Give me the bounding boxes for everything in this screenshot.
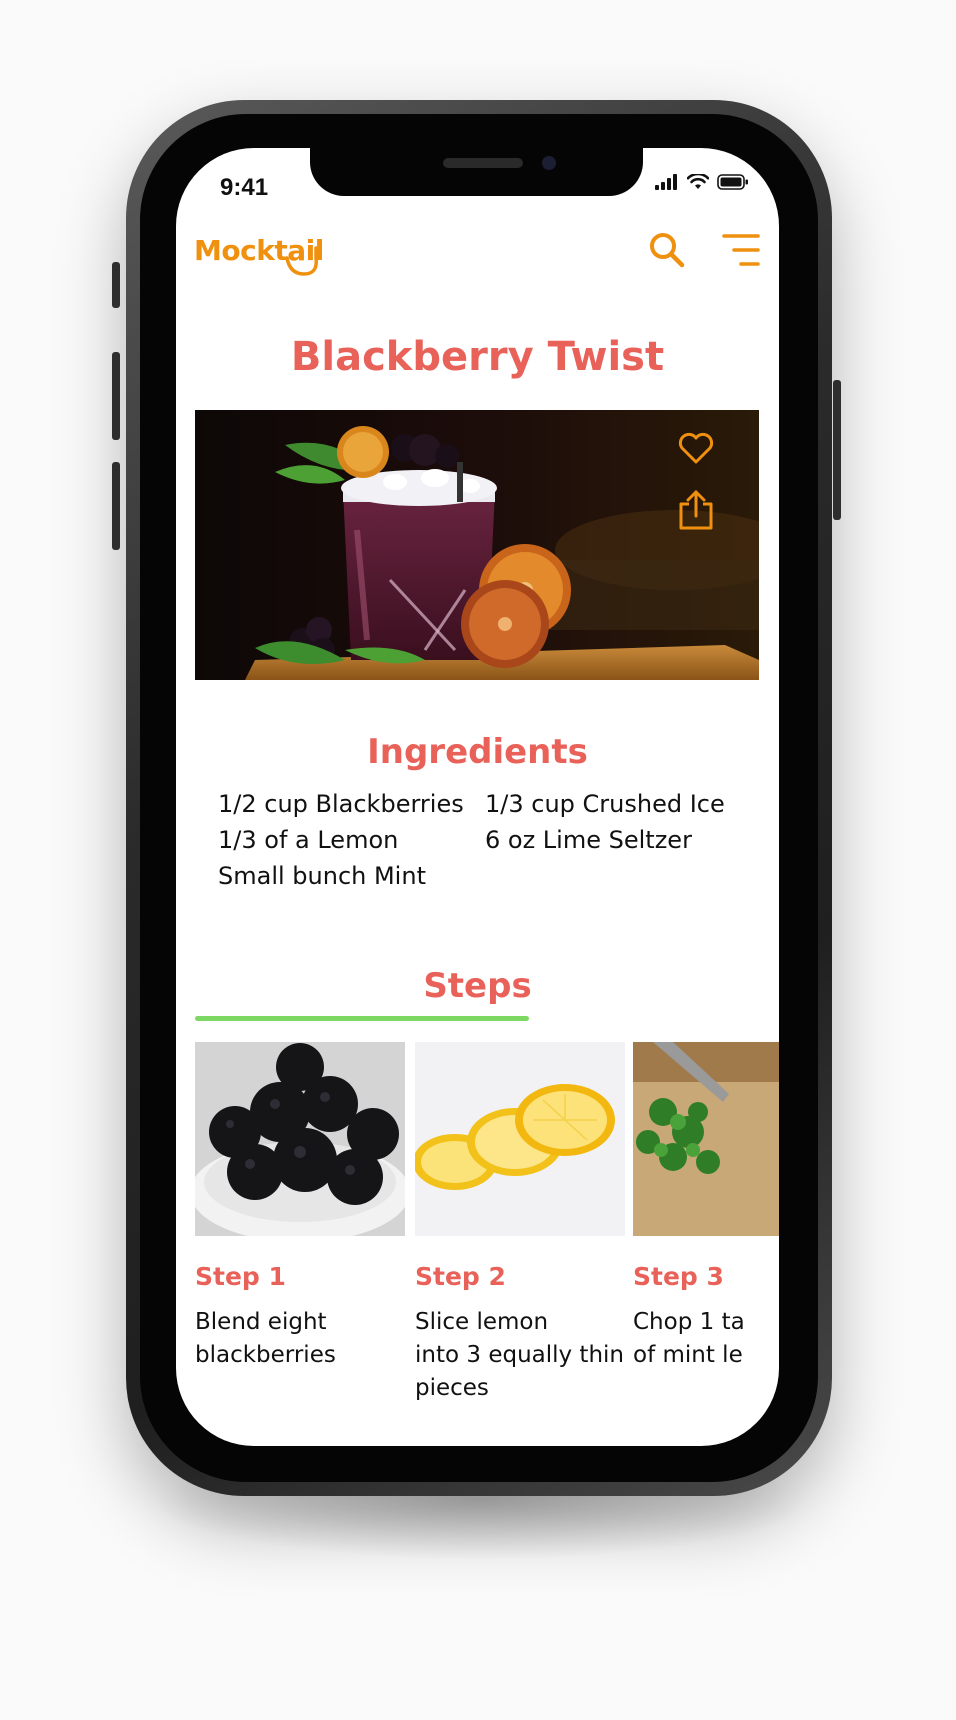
search-icon[interactable] <box>647 230 687 270</box>
svg-text:Mocktail: Mocktail <box>194 234 324 267</box>
step-description-line: pieces <box>415 1375 489 1401</box>
power-button <box>833 380 841 520</box>
status-icons <box>655 174 749 190</box>
signal-icon <box>655 174 677 190</box>
step-1-image <box>195 1042 405 1236</box>
step-description-line: of mint le <box>633 1342 743 1368</box>
favorite-heart-icon[interactable] <box>676 428 716 468</box>
mocktail-logo[interactable]: Mocktail <box>194 228 334 278</box>
step-2-image <box>415 1042 625 1236</box>
steps-active-indicator <box>195 1016 529 1021</box>
recipe-hero-image <box>195 410 759 680</box>
steps-heading: Steps <box>423 966 532 1006</box>
recipe-title: Blackberry Twist <box>290 334 665 380</box>
step-description: Chop 1 ta of mint le <box>633 1306 779 1372</box>
step-description: Slice lemon into 3 equally thin pieces <box>415 1306 625 1405</box>
volume-down-button <box>112 462 120 550</box>
screen: 9:41 Mocktail Blackberry Twist Ingredien… <box>176 148 779 1446</box>
step-description-line: Blend eight <box>195 1309 327 1335</box>
ingredient-item: 1/2 cup Blackberries <box>218 790 464 818</box>
step-label: Step 3 <box>633 1262 724 1291</box>
ingredient-item: 1/3 cup Crushed Ice <box>485 790 725 818</box>
step-description-line: into 3 equally thin <box>415 1342 624 1368</box>
volume-up-button <box>112 352 120 440</box>
step-description: Blend eight blackberries <box>195 1306 405 1372</box>
step-label: Step 1 <box>195 1262 286 1291</box>
silent-switch <box>112 262 120 308</box>
speaker <box>443 158 523 168</box>
battery-icon <box>717 174 748 190</box>
front-camera <box>542 156 556 170</box>
wifi-icon <box>687 174 709 189</box>
ingredient-item: Small bunch Mint <box>218 862 426 890</box>
step-description-line: Chop 1 ta <box>633 1309 745 1335</box>
notch <box>310 148 643 196</box>
share-icon[interactable] <box>676 488 716 532</box>
menu-icon[interactable] <box>721 230 761 270</box>
ingredient-item: 6 oz Lime Seltzer <box>485 826 692 854</box>
step-description-line: blackberries <box>195 1342 336 1368</box>
status-time: 9:41 <box>220 174 269 201</box>
ingredients-heading: Ingredients <box>367 732 588 772</box>
step-3-image <box>633 1042 779 1236</box>
step-description-line: Slice lemon <box>415 1309 549 1335</box>
step-label: Step 2 <box>415 1262 506 1291</box>
ingredient-item: 1/3 of a Lemon <box>218 826 399 854</box>
